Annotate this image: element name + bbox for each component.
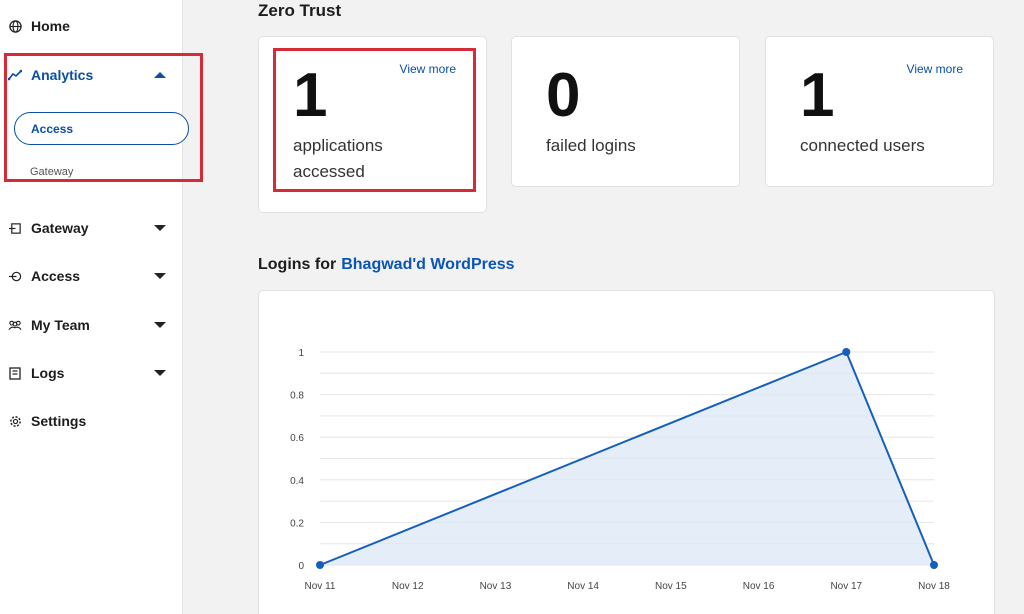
sidebar-item-gateway[interactable]: Gateway [0,215,183,241]
logs-icon [8,366,22,380]
stat-card-connected-users: 1 connected users View more [765,36,994,187]
logins-chart: 0 0.2 0.4 0.6 0.8 1 Nov 11 Nov 12 Nov 13 Nov 14 No… [290,348,950,592]
logins-chart-card: 0 0.2 0.4 0.6 0.8 1 Nov 11 Nov 12 Nov 13 Nov 14 No… [258,290,995,614]
x-tick-label: Nov 16 [743,581,775,592]
logins-heading-label: Logins for [258,256,337,273]
y-tick-label: 0 [298,561,304,572]
data-point [842,348,851,356]
stat-value: 1 [800,61,835,130]
sidebar-item-label: Logs [31,365,65,381]
gateway-icon [8,221,22,235]
logins-heading: Logins for Bhagwad'd WordPress [258,256,515,274]
view-more-link[interactable]: View more [907,62,963,76]
x-tick-label: Nov 15 [655,581,687,592]
sidebar-item-label: Analytics [31,67,94,83]
x-tick-label: Nov 11 [305,581,336,592]
sidebar-subitem-label: Access [31,121,74,136]
sidebar-item-settings[interactable]: Settings [0,408,183,434]
stat-card-applications: 1 applications accessed View more [258,36,487,213]
y-tick-label: 1 [298,348,304,359]
sidebar-subitem-access[interactable]: Access [14,112,189,145]
application-name-link[interactable]: Bhagwad'd WordPress [341,256,514,273]
sidebar: Home Analytics Access Gateway Gateway Ac… [0,0,189,614]
y-tick-label: 0.8 [290,391,304,402]
gear-icon [8,414,22,428]
analytics-icon [8,68,22,82]
sidebar-item-home[interactable]: Home [0,13,183,39]
stat-description: applications accessed [293,136,383,181]
sidebar-item-label: Gateway [31,220,89,236]
x-tick-label: Nov 12 [392,581,424,592]
team-icon [8,318,22,332]
stat-value: 1 [293,61,328,130]
sidebar-item-label: My Team [31,317,90,333]
x-tick-label: Nov 13 [480,581,512,592]
sidebar-item-label: Access [31,268,81,284]
x-tick-label: Nov 17 [830,581,862,592]
chevron-down-icon[interactable] [154,322,166,328]
chevron-up-icon[interactable] [154,72,166,78]
chevron-down-icon[interactable] [154,273,166,279]
stat-description: connected users [800,136,925,155]
sidebar-item-label: Home [31,18,70,34]
access-icon [8,269,22,283]
sidebar-item-logs[interactable]: Logs [0,360,183,386]
globe-icon [8,19,22,33]
chevron-down-icon[interactable] [154,370,166,376]
sidebar-item-analytics[interactable]: Analytics [0,62,183,88]
view-more-link[interactable]: View more [400,62,456,76]
sidebar-item-my-team[interactable]: My Team [0,312,183,338]
data-point [316,561,324,569]
x-tick-label: Nov 14 [567,581,599,592]
data-point [930,561,938,569]
stat-value: 0 [546,61,581,130]
stat-card-failed-logins: 0 failed logins [511,36,740,187]
y-tick-label: 0.6 [290,433,304,444]
page-title: Zero Trust [258,1,342,20]
x-tick-label: Nov 18 [918,581,950,592]
sidebar-item-access[interactable]: Access [0,263,183,289]
y-tick-label: 0.4 [290,476,304,487]
chevron-down-icon[interactable] [154,225,166,231]
y-tick-label: 0.2 [290,518,304,529]
sidebar-item-label: Settings [31,413,87,429]
sidebar-subitem-gateway[interactable]: Gateway [30,166,73,178]
stat-description: failed logins [546,136,636,155]
